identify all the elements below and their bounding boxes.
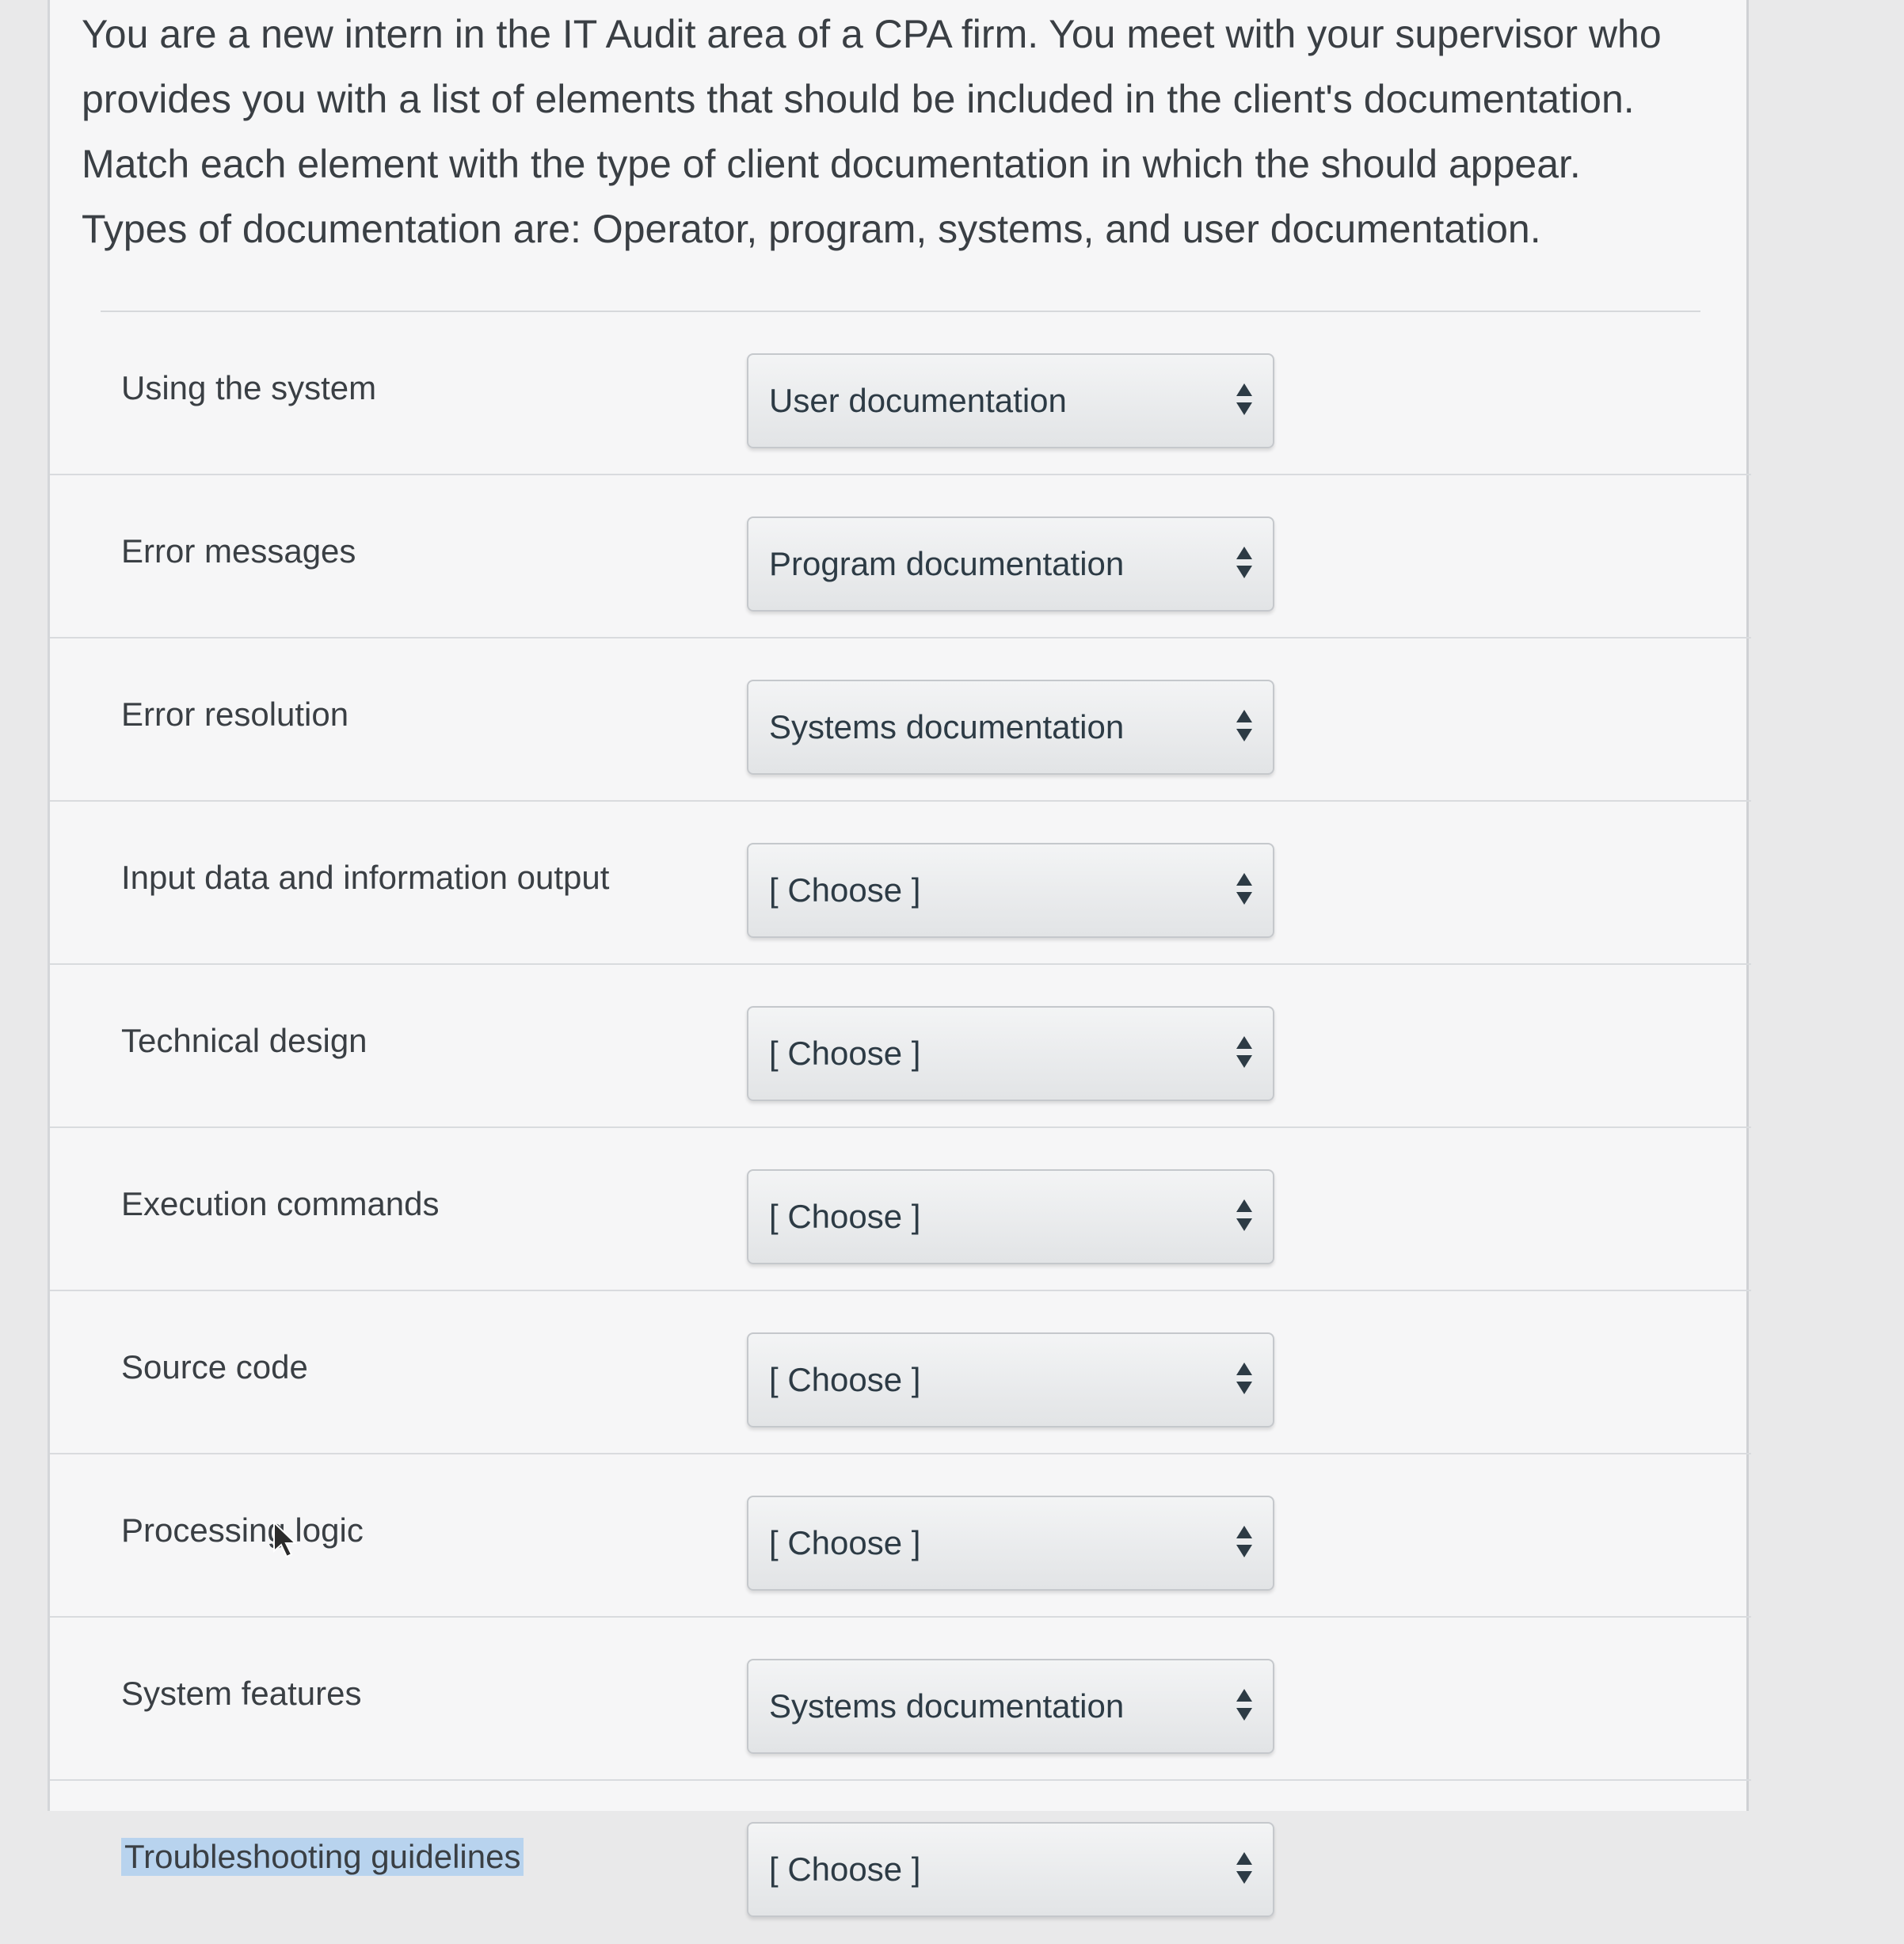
select-value: [ Choose ] (769, 1198, 921, 1235)
documentation-type-select[interactable]: User documentation (747, 353, 1274, 448)
documentation-type-select[interactable]: [ Choose ] (747, 843, 1274, 938)
documentation-type-select[interactable]: [ Choose ] (747, 1332, 1274, 1428)
match-row: Using the system User documentation (50, 312, 1751, 475)
select-value: Program documentation (769, 545, 1125, 582)
question-line-2: provides you with a list of elements tha… (82, 77, 1635, 121)
select-value: Systems documentation (769, 1687, 1125, 1725)
match-label: Technical design (121, 1022, 367, 1059)
match-row: Error resolution Systems documentation (50, 638, 1751, 802)
select-value: [ Choose ] (769, 1851, 921, 1888)
question-line-4: Types of documentation are: Operator, pr… (82, 207, 1541, 251)
select-value: [ Choose ] (769, 1035, 921, 1072)
match-label: Error resolution (121, 696, 349, 733)
match-label: Source code (121, 1348, 308, 1386)
match-row: Troubleshooting guidelines [ Choose ] (50, 1781, 1751, 1944)
match-label: Input data and information output (121, 859, 610, 896)
quiz-question-card: You are a new intern in the IT Audit are… (48, 0, 1751, 1917)
select-value: [ Choose ] (769, 871, 921, 909)
up-down-arrows-icon (1236, 1036, 1252, 1073)
question-line-3: Match each element with the type of clie… (82, 142, 1581, 186)
match-row: Error messages Program documentation (50, 475, 1751, 638)
up-down-arrows-icon (1236, 1689, 1252, 1725)
up-down-arrows-icon (1236, 873, 1252, 909)
up-down-arrows-icon (1236, 1363, 1252, 1399)
match-row: System features Systems documentation (50, 1618, 1751, 1781)
match-label: Execution commands (121, 1185, 440, 1222)
up-down-arrows-icon (1236, 1526, 1252, 1562)
up-down-arrows-icon (1236, 710, 1252, 746)
question-text: You are a new intern in the IT Audit are… (82, 0, 1729, 261)
documentation-type-select[interactable]: [ Choose ] (747, 1006, 1274, 1101)
select-value: [ Choose ] (769, 1361, 921, 1398)
question-line-1: You are a new intern in the IT Audit are… (82, 12, 1662, 56)
match-row: Technical design [ Choose ] (50, 965, 1751, 1128)
up-down-arrows-icon (1236, 1852, 1252, 1889)
match-row: Input data and information output [ Choo… (50, 802, 1751, 965)
match-label: System features (121, 1675, 362, 1712)
match-label: Processing logic (121, 1511, 364, 1549)
documentation-type-select[interactable]: [ Choose ] (747, 1169, 1274, 1264)
documentation-type-select[interactable]: Systems documentation (747, 680, 1274, 775)
select-value: User documentation (769, 382, 1067, 419)
match-row: Processing logic [ Choose ] (50, 1454, 1751, 1618)
match-row: Execution commands [ Choose ] (50, 1128, 1751, 1291)
up-down-arrows-icon (1236, 1199, 1252, 1236)
match-label-selected: Troubleshooting guidelines (121, 1838, 524, 1876)
up-down-arrows-icon (1236, 547, 1252, 583)
select-value: Systems documentation (769, 708, 1125, 745)
up-down-arrows-icon (1236, 383, 1252, 420)
documentation-type-select[interactable]: [ Choose ] (747, 1822, 1274, 1917)
match-row: Source code [ Choose ] (50, 1291, 1751, 1454)
documentation-type-select[interactable]: Program documentation (747, 516, 1274, 612)
matching-rows: Using the system User documentation Erro… (50, 312, 1751, 1944)
select-value: [ Choose ] (769, 1524, 921, 1561)
match-label: Using the system (121, 369, 377, 406)
documentation-type-select[interactable]: Systems documentation (747, 1659, 1274, 1754)
match-label: Error messages (121, 532, 356, 570)
mouse-pointer-icon (273, 1521, 298, 1558)
documentation-type-select[interactable]: [ Choose ] (747, 1496, 1274, 1591)
